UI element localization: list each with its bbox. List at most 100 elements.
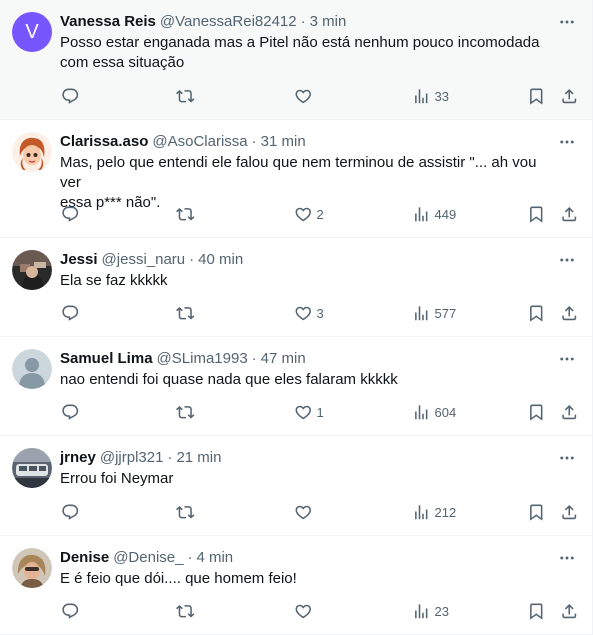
bookmark-button[interactable]	[527, 600, 546, 622]
author-handle[interactable]: @jjrpl321	[100, 448, 164, 468]
views-icon	[412, 205, 431, 224]
views-count: 449	[434, 206, 457, 222]
bookmark-button[interactable]	[527, 501, 546, 523]
reply-icon	[61, 503, 80, 522]
author-name[interactable]: Vanessa Reis	[60, 12, 156, 32]
bookmark-button[interactable]	[527, 401, 546, 423]
retweet-button[interactable]	[176, 302, 199, 324]
bookmark-icon	[527, 403, 546, 422]
views-count: 212	[434, 504, 457, 520]
more-icon[interactable]	[556, 548, 578, 568]
views-count: 604	[434, 404, 457, 420]
retweet-icon	[176, 403, 195, 422]
like-button[interactable]: 3	[294, 302, 324, 324]
like-icon	[294, 602, 313, 621]
tweet[interactable]: V Vanessa Reis @VanessaRei82412 · 3 min …	[0, 0, 592, 120]
tweet-text: Posso estar enganada mas a Pitel não est…	[60, 34, 540, 71]
more-icon[interactable]	[556, 349, 578, 369]
more-icon[interactable]	[556, 250, 578, 270]
more-icon[interactable]	[556, 12, 578, 32]
reply-icon	[61, 87, 80, 106]
author-handle[interactable]: @jessi_naru	[102, 250, 186, 270]
separator-dot: ·	[251, 350, 257, 367]
author-handle[interactable]: @Denise_	[113, 548, 183, 568]
share-button[interactable]	[560, 401, 579, 423]
views-button[interactable]: 577	[412, 302, 456, 324]
timestamp[interactable]: 21 min	[176, 448, 221, 468]
reply-button[interactable]	[61, 401, 84, 423]
bookmark-icon	[527, 205, 546, 224]
retweet-button[interactable]	[176, 401, 199, 423]
retweet-button[interactable]	[176, 85, 199, 107]
author-name[interactable]: Clarissa.aso	[60, 132, 148, 152]
author-handle[interactable]: @AsoClarissa	[152, 132, 247, 152]
share-icon	[560, 87, 579, 106]
retweet-button[interactable]	[176, 600, 199, 622]
views-button[interactable]: 33	[412, 85, 449, 107]
views-button[interactable]: 23	[412, 600, 449, 622]
views-icon	[412, 503, 431, 522]
reply-button[interactable]	[61, 302, 84, 324]
views-icon	[412, 304, 431, 323]
avatar[interactable]	[12, 448, 52, 488]
action-bar: 23	[60, 600, 578, 622]
tweet[interactable]: Samuel Lima @SLima1993 · 47 min nao ente…	[0, 337, 592, 436]
like-button[interactable]	[294, 85, 317, 107]
like-button[interactable]	[294, 600, 317, 622]
views-button[interactable]: 604	[412, 401, 456, 423]
share-button[interactable]	[560, 600, 579, 622]
avatar[interactable]	[12, 548, 52, 588]
retweet-icon	[176, 87, 195, 106]
share-button[interactable]	[560, 203, 579, 225]
views-button[interactable]: 212	[412, 501, 456, 523]
views-button[interactable]: 449	[412, 203, 456, 225]
timestamp[interactable]: 4 min	[196, 548, 233, 568]
timestamp[interactable]: 3 min	[310, 12, 347, 32]
author-name[interactable]: Samuel Lima	[60, 349, 153, 369]
author-handle[interactable]: @SLima1993	[157, 349, 248, 369]
bookmark-button[interactable]	[527, 302, 546, 324]
tweet[interactable]: Clarissa.aso @AsoClarissa · 31 min Mas, …	[0, 120, 592, 238]
avatar[interactable]	[12, 349, 52, 389]
share-icon	[560, 205, 579, 224]
more-icon[interactable]	[556, 132, 578, 152]
like-button[interactable]: 2	[294, 203, 324, 225]
timestamp[interactable]: 31 min	[261, 132, 306, 152]
share-button[interactable]	[560, 302, 579, 324]
reply-button[interactable]	[61, 85, 84, 107]
separator-dot: ·	[189, 251, 195, 268]
tweet[interactable]: Jessi @jessi_naru · 40 min Ela se faz kk…	[0, 238, 592, 337]
tweet[interactable]: jrney @jjrpl321 · 21 min Errou foi Neyma…	[0, 436, 592, 536]
tweet-header: Jessi @jessi_naru · 40 min	[60, 250, 576, 270]
action-bar: 212	[60, 501, 578, 523]
retweet-button[interactable]	[176, 501, 199, 523]
bookmark-icon	[527, 304, 546, 323]
reply-button[interactable]	[61, 501, 84, 523]
author-name[interactable]: Jessi	[60, 250, 98, 270]
bookmark-button[interactable]	[527, 85, 546, 107]
separator-dot: ·	[167, 449, 173, 466]
views-icon	[412, 602, 431, 621]
avatar[interactable]: V	[12, 12, 52, 52]
timestamp[interactable]: 47 min	[261, 349, 306, 369]
author-name[interactable]: jrney	[60, 448, 96, 468]
like-button[interactable]	[294, 501, 317, 523]
views-icon	[412, 403, 431, 422]
avatar[interactable]	[12, 132, 52, 172]
author-handle[interactable]: @VanessaRei82412	[160, 12, 297, 32]
tweet[interactable]: Denise @Denise_ · 4 min E é feio que dói…	[0, 536, 592, 635]
retweet-icon	[176, 503, 195, 522]
share-button[interactable]	[560, 501, 579, 523]
bookmark-button[interactable]	[527, 203, 546, 225]
reply-button[interactable]	[61, 600, 84, 622]
share-button[interactable]	[560, 85, 579, 107]
more-icon[interactable]	[556, 448, 578, 468]
like-icon	[294, 205, 313, 224]
like-button[interactable]: 1	[294, 401, 324, 423]
retweet-button[interactable]	[176, 203, 199, 225]
avatar[interactable]	[12, 250, 52, 290]
reply-button[interactable]	[61, 203, 84, 225]
author-name[interactable]: Denise	[60, 548, 109, 568]
timestamp[interactable]: 40 min	[198, 250, 243, 270]
reply-icon	[61, 205, 80, 224]
